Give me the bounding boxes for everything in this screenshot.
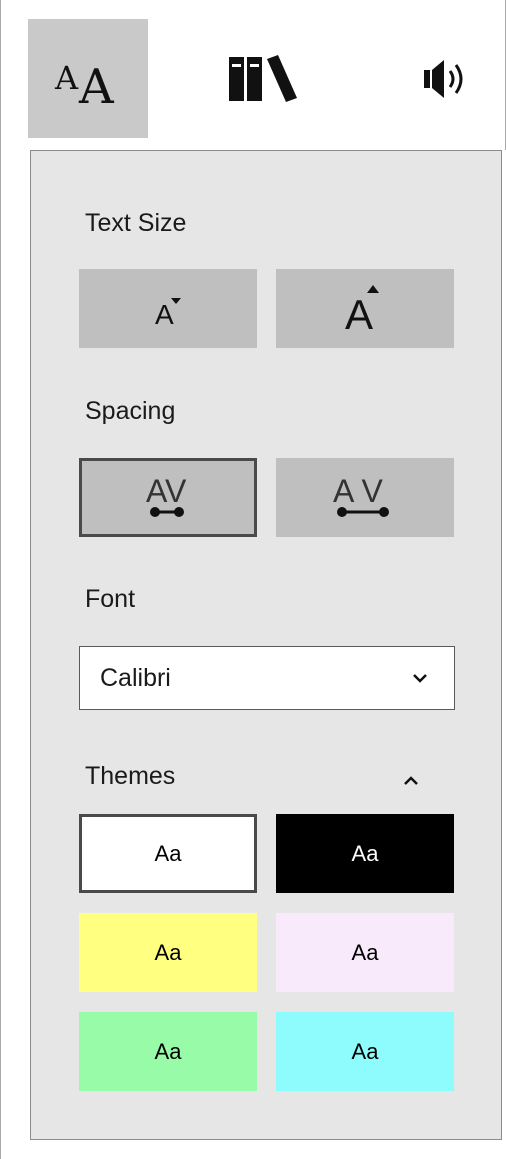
theme-label: Aa <box>351 1038 379 1064</box>
chevron-down-icon <box>413 674 427 683</box>
svg-text:A: A <box>345 291 373 338</box>
svg-text:A: A <box>155 299 174 330</box>
decrease-text-size-icon: A <box>155 297 181 330</box>
narrow-spacing-button[interactable]: AV <box>79 458 257 537</box>
theme-yellow[interactable]: Aa <box>79 913 257 992</box>
text-options-panel: Text Size A A Spacing AV A V Font Calibr <box>30 150 502 1140</box>
library-tab[interactable] <box>203 19 323 138</box>
svg-text:A: A <box>54 59 79 97</box>
theme-label: Aa <box>154 939 182 965</box>
speaker-icon <box>424 59 463 98</box>
theme-cyan[interactable]: Aa <box>276 1012 454 1091</box>
narrow-spacing-icon: AV <box>146 473 187 517</box>
chevron-up-icon <box>404 776 418 785</box>
themes-collapse-button[interactable] <box>393 763 429 799</box>
text-size-label: Text Size <box>85 209 187 237</box>
text-options-icon: A A <box>54 59 115 109</box>
svg-text:A: A <box>78 59 115 109</box>
theme-label: Aa <box>154 1038 182 1064</box>
themes-label: Themes <box>85 762 176 790</box>
read-aloud-tab[interactable] <box>386 19 506 138</box>
theme-label: Aa <box>154 840 182 866</box>
wide-spacing-button[interactable]: A V <box>276 458 454 537</box>
increase-text-size-icon: A <box>345 284 379 338</box>
font-dropdown-value: Calibri <box>100 663 171 692</box>
library-icon <box>229 54 297 102</box>
wide-spacing-icon: A V <box>333 473 389 517</box>
theme-white[interactable]: Aa <box>79 814 257 893</box>
theme-lavender[interactable]: Aa <box>276 913 454 992</box>
increase-text-size-button[interactable]: A <box>276 269 454 348</box>
theme-label: Aa <box>351 939 379 965</box>
decrease-text-size-button[interactable]: A <box>79 269 257 348</box>
svg-text:A V: A V <box>333 473 383 509</box>
theme-label: Aa <box>351 840 379 866</box>
font-label: Font <box>85 585 136 613</box>
theme-black[interactable]: Aa <box>276 814 454 893</box>
svg-text:AV: AV <box>146 473 187 509</box>
spacing-label: Spacing <box>85 397 176 425</box>
text-options-tab[interactable]: A A <box>28 19 148 138</box>
toolbar: A A <box>0 0 506 150</box>
theme-green[interactable]: Aa <box>79 1012 257 1091</box>
window-border <box>0 0 1 1159</box>
font-dropdown[interactable]: Calibri <box>79 646 455 710</box>
